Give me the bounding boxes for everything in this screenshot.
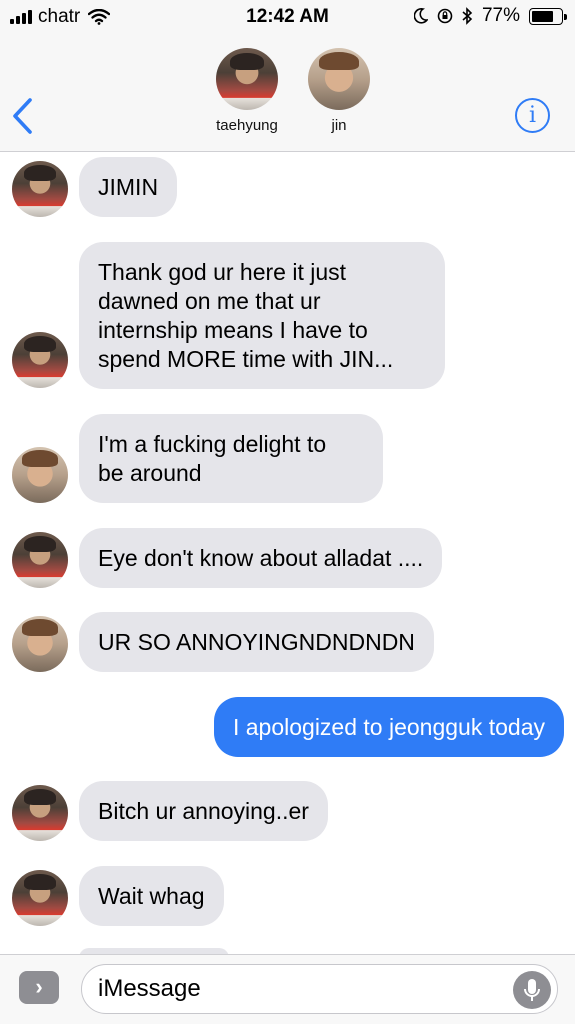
battery-level-fill [532, 10, 553, 22]
chevron-right-icon[interactable]: › [19, 971, 59, 1004]
contact-taehyung[interactable]: taehyung [211, 48, 283, 134]
avatar [12, 447, 68, 503]
battery-percent: 77% [481, 5, 520, 26]
message-bubble[interactable]: Wait whag [79, 866, 224, 926]
contact-name: taehyung [216, 117, 278, 134]
rotation-lock-icon [437, 8, 453, 24]
do-not-disturb-icon [413, 8, 428, 24]
info-icon[interactable]: i [515, 98, 550, 133]
microphone-icon[interactable] [513, 971, 551, 1009]
avatar [12, 532, 68, 588]
message-bubble[interactable]: Eye don't know about alladat .... [79, 528, 443, 588]
contact-jin[interactable]: jin [304, 48, 374, 134]
avatar [216, 48, 278, 110]
message-input[interactable]: iMessage [81, 964, 558, 1014]
avatar [12, 785, 68, 841]
bluetooth-icon [462, 7, 473, 25]
message-bubble[interactable]: I'm a fucking delight to be around [79, 414, 383, 503]
message-bubble[interactable]: Thank god ur here it just dawned on me t… [79, 242, 445, 389]
chevron-left-icon[interactable] [10, 96, 34, 136]
contact-name: jin [331, 117, 347, 134]
message-bubble[interactable]: UR SO ANNOYINGNDNDNDN [79, 612, 434, 672]
message-bubble-outgoing[interactable]: I apologized to jeongguk today [213, 697, 564, 757]
message-bubble[interactable]: JIMIN [79, 157, 178, 217]
message-bubble[interactable]: Bitch ur annoying..er [79, 781, 328, 841]
status-right-group: 77% [413, 5, 567, 27]
status-bar: chatr 12:42 AM 77% [0, 0, 575, 34]
avatar [12, 870, 68, 926]
compose-bar: › iMessage [0, 954, 575, 1024]
avatar [12, 332, 68, 388]
avatar [12, 616, 68, 672]
avatar [308, 48, 370, 110]
conversation-header: chatr 12:42 AM 77% taehyung jin i [0, 0, 575, 152]
avatar [12, 161, 68, 217]
battery-icon [529, 7, 567, 25]
